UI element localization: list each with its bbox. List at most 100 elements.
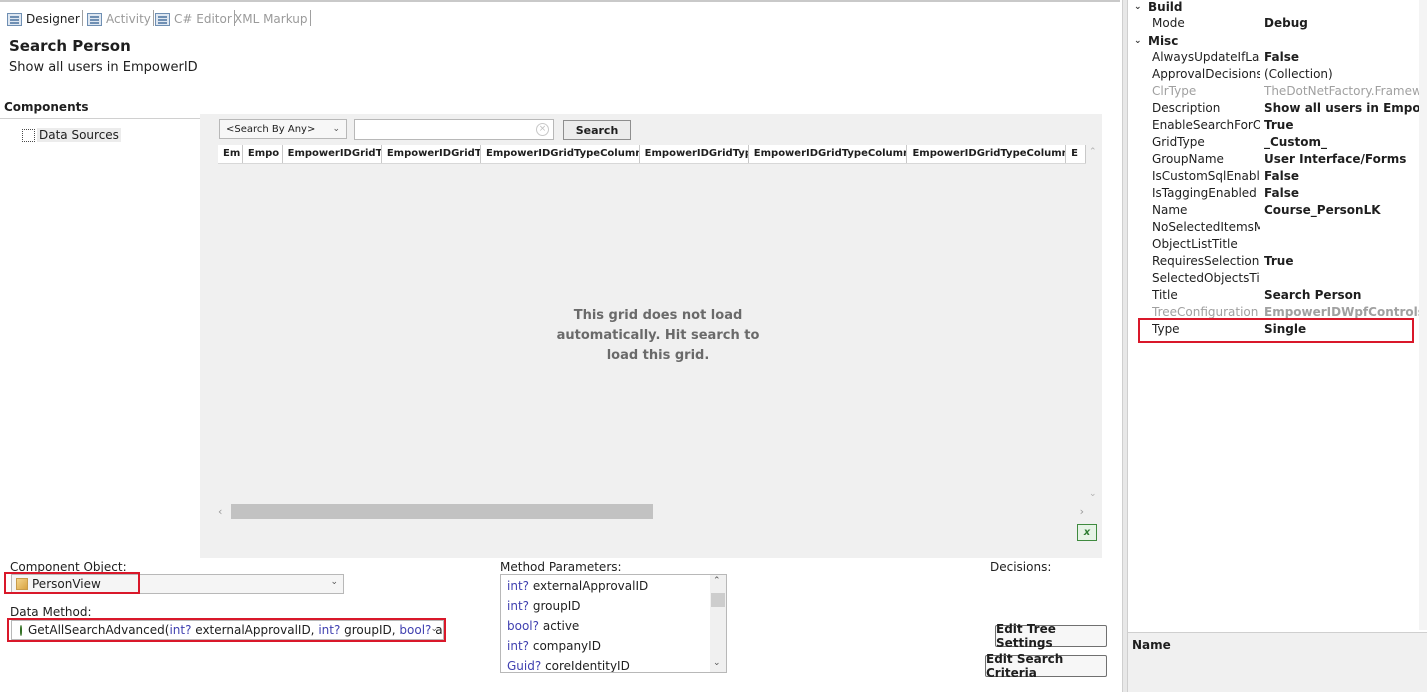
- tab-xml-markup[interactable]: XML Markup: [234, 8, 311, 30]
- scrollbar-thumb[interactable]: [711, 593, 725, 607]
- scroll-left-icon[interactable]: ‹: [218, 505, 222, 518]
- property-value[interactable]: Show all users in EmpowerID: [1264, 101, 1427, 115]
- search-input[interactable]: ×: [354, 119, 554, 140]
- collapse-icon[interactable]: ⌄: [1134, 2, 1148, 12]
- search-button[interactable]: Search: [563, 120, 631, 140]
- decisions-label: Decisions:: [990, 560, 1052, 574]
- property-row[interactable]: Title Search Person: [1128, 287, 1427, 304]
- property-row[interactable]: IsTaggingEnabled False: [1128, 185, 1427, 202]
- property-row[interactable]: NoSelectedItemsM: [1128, 219, 1427, 236]
- grid-column-header[interactable]: EmpowerIDGridTypeColumns_: [481, 145, 640, 163]
- property-row[interactable]: Mode Debug: [1128, 15, 1427, 32]
- scroll-up-icon[interactable]: ⌃: [713, 576, 721, 586]
- edit-search-criteria-button[interactable]: Edit Search Criteria: [985, 652, 1107, 680]
- tab-activity[interactable]: Activity: [87, 8, 154, 30]
- property-row[interactable]: Name Course_PersonLK: [1128, 202, 1427, 219]
- components-header: Components: [0, 97, 200, 119]
- property-value[interactable]: EmpowerIDWpfControls.T: [1264, 305, 1427, 319]
- property-value[interactable]: False: [1264, 50, 1427, 64]
- form-title: Search Person: [9, 37, 131, 55]
- property-description-panel: Name: [1128, 632, 1427, 692]
- category-label: Misc: [1148, 33, 1179, 48]
- property-value[interactable]: Course_PersonLK: [1264, 203, 1427, 217]
- grid-column-header[interactable]: Em: [218, 145, 243, 163]
- property-row[interactable]: GridType _Custom_: [1128, 134, 1427, 151]
- property-value[interactable]: Debug: [1264, 16, 1427, 30]
- designer-area: Designer Activity C# Editor XML Markup S…: [0, 0, 1122, 692]
- property-row[interactable]: AlwaysUpdateIfLaz False: [1128, 49, 1427, 66]
- property-row[interactable]: Description Show all users in EmpowerID: [1128, 100, 1427, 117]
- param-type: int?: [507, 599, 530, 613]
- scroll-down-icon[interactable]: ⌄: [1089, 489, 1097, 499]
- property-name: AlwaysUpdateIfLaz: [1152, 50, 1260, 64]
- property-row[interactable]: EnableSearchForOl True: [1128, 117, 1427, 134]
- highlight-box: [7, 618, 446, 642]
- grid-column-header[interactable]: Empo: [243, 145, 283, 163]
- property-row[interactable]: SelectedObjectsTit: [1128, 270, 1427, 287]
- grid-column-header[interactable]: EmpowerIDGridTypeColumns_: [749, 145, 908, 163]
- scroll-up-icon[interactable]: ⌃: [1089, 147, 1097, 157]
- method-parameters-list[interactable]: int? externalApprovalID int? groupID boo…: [500, 574, 727, 673]
- list-item[interactable]: Guid? coreIdentityID: [507, 659, 630, 673]
- property-value[interactable]: True: [1264, 254, 1427, 268]
- grid-column-header[interactable]: EmpowerIDGridTy: [283, 145, 382, 163]
- grid-empty-message: This grid does not load automatically. H…: [556, 308, 760, 363]
- tab-separator: [152, 10, 154, 26]
- grid-column-header[interactable]: EmpowerIDGridTyp: [640, 145, 749, 163]
- list-item[interactable]: int? groupID: [507, 599, 580, 613]
- param-type: int?: [507, 579, 530, 593]
- data-sources-icon: [22, 128, 35, 142]
- tab-xml-markup-label: XML Markup: [234, 12, 308, 26]
- property-value[interactable]: (Collection): [1264, 67, 1427, 81]
- property-name: ApprovalDecisions: [1152, 67, 1260, 81]
- properties-panel: ⌄ Build Mode Debug ⌄ Misc AlwaysUpdateIf…: [1128, 0, 1427, 692]
- property-name: IsTaggingEnabled: [1152, 186, 1257, 200]
- properties-scrollbar[interactable]: [1419, 0, 1427, 630]
- collapse-icon[interactable]: ⌄: [1134, 36, 1148, 46]
- tab-csharp-editor[interactable]: C# Editor: [155, 8, 235, 30]
- search-by-dropdown[interactable]: <Search By Any> ⌄: [219, 119, 347, 139]
- scroll-right-icon[interactable]: ›: [1080, 505, 1084, 518]
- property-value[interactable]: User Interface/Forms: [1264, 152, 1427, 166]
- property-value[interactable]: False: [1264, 186, 1427, 200]
- property-value[interactable]: True: [1264, 118, 1427, 132]
- excel-export-icon[interactable]: x: [1077, 524, 1097, 541]
- list-item[interactable]: int? externalApprovalID: [507, 579, 648, 593]
- param-type: bool?: [507, 619, 540, 633]
- property-row[interactable]: ObjectListTitle: [1128, 236, 1427, 253]
- category-build[interactable]: ⌄ Build: [1128, 0, 1183, 15]
- property-name: GridType: [1152, 135, 1205, 149]
- param-name: active: [542, 619, 580, 633]
- csharp-editor-icon: [155, 12, 170, 26]
- scrollbar-thumb[interactable]: [231, 504, 653, 519]
- param-name: coreIdentityID: [545, 659, 630, 673]
- property-row[interactable]: GroupName User Interface/Forms: [1128, 151, 1427, 168]
- clear-icon[interactable]: ×: [536, 123, 549, 136]
- property-row[interactable]: RequiresSelection True: [1128, 253, 1427, 270]
- property-value[interactable]: _Custom_: [1264, 135, 1427, 149]
- grid-column-header[interactable]: E: [1066, 145, 1086, 163]
- tab-activity-label: Activity: [106, 12, 151, 26]
- highlight-box: [1138, 318, 1414, 343]
- chevron-down-icon: ⌄: [332, 124, 340, 134]
- data-sources-label: Data Sources: [37, 128, 121, 142]
- list-item[interactable]: bool? active: [507, 619, 579, 633]
- property-value[interactable]: TheDotNetFactory.Framework: [1264, 84, 1427, 98]
- category-misc[interactable]: ⌄ Misc: [1128, 32, 1178, 49]
- property-name: GroupName: [1152, 152, 1224, 166]
- scroll-down-icon[interactable]: ⌄: [713, 658, 721, 668]
- property-row[interactable]: IsCustomSqlEnable False: [1128, 168, 1427, 185]
- property-row[interactable]: ClrType TheDotNetFactory.Framework: [1128, 83, 1427, 100]
- grid-column-header[interactable]: EmpowerIDGridTy: [382, 145, 482, 163]
- method-parameters-label: Method Parameters:: [500, 560, 622, 574]
- property-value[interactable]: False: [1264, 169, 1427, 183]
- property-value[interactable]: Search Person: [1264, 288, 1427, 302]
- parameters-scrollbar[interactable]: ⌃ ⌄: [710, 575, 726, 672]
- tab-designer[interactable]: Designer: [7, 8, 83, 30]
- list-item[interactable]: int? companyID: [507, 639, 601, 653]
- grid-horizontal-scrollbar[interactable]: ‹ ›: [218, 503, 1086, 520]
- property-row[interactable]: ApprovalDecisions (Collection): [1128, 66, 1427, 83]
- tree-item-data-sources[interactable]: Data Sources: [22, 128, 121, 142]
- grid-column-header[interactable]: EmpowerIDGridTypeColumns_: [907, 145, 1067, 163]
- edit-tree-settings-button[interactable]: Edit Tree Settings: [995, 622, 1107, 650]
